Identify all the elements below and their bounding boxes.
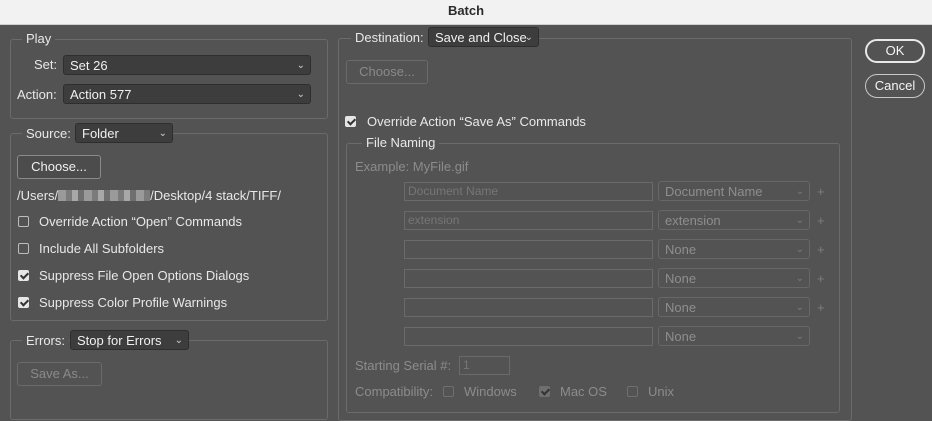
starting-serial-input[interactable]: 1 — [459, 356, 510, 375]
source-path-suffix: /Desktop/4 stack/TIFF/ — [150, 188, 281, 203]
file-naming-legend: File Naming — [362, 135, 440, 150]
errors-label: Errors: — [22, 333, 69, 348]
plus-icon[interactable]: + — [817, 271, 825, 286]
naming-select-1-value: Document Name — [665, 184, 763, 199]
set-label: Set: — [34, 57, 58, 72]
source-path-prefix: /Users/ — [17, 188, 59, 203]
compat-unix-checkbox[interactable] — [627, 386, 638, 397]
plus-icon[interactable]: + — [817, 184, 825, 199]
compat-macos-label: Mac OS — [560, 384, 607, 399]
compatibility-label: Compatibility: — [355, 384, 434, 399]
chevron-down-icon: ⌄ — [174, 335, 183, 346]
include-subfolders-label: Include All Subfolders — [39, 241, 165, 256]
naming-field-3[interactable] — [404, 240, 653, 259]
naming-select-3[interactable]: None ⌄ — [658, 239, 810, 259]
source-path: /Users/ /Desktop/4 stack/TIFF/ — [17, 188, 281, 203]
naming-field-1[interactable]: Document Name — [404, 182, 653, 201]
chevron-down-icon: ⌄ — [795, 273, 804, 284]
play-legend: Play — [22, 31, 56, 46]
suppress-file-open-label: Suppress File Open Options Dialogs — [39, 268, 250, 283]
include-subfolders-checkbox[interactable] — [18, 243, 29, 254]
compat-unix-label: Unix — [648, 384, 675, 399]
play-group — [10, 39, 328, 119]
override-save-as-label: Override Action “Save As” Commands — [367, 114, 586, 129]
compat-windows-label: Windows — [464, 384, 517, 399]
errors-save-as-button[interactable]: Save As... — [17, 362, 102, 386]
chevron-down-icon: ⌄ — [296, 60, 305, 71]
chevron-down-icon: ⌄ — [795, 186, 804, 197]
plus-icon[interactable]: + — [817, 300, 825, 315]
suppress-file-open-checkbox[interactable] — [18, 270, 29, 281]
naming-field-4[interactable] — [404, 269, 653, 288]
compat-windows-checkbox[interactable] — [443, 386, 454, 397]
naming-field-5[interactable] — [404, 298, 653, 317]
naming-select-2[interactable]: extension ⌄ — [658, 210, 810, 230]
destination-select[interactable]: Save and Close ⌄ — [428, 27, 539, 47]
override-save-as-checkbox[interactable] — [345, 116, 356, 127]
chevron-down-icon: ⌄ — [524, 32, 533, 43]
naming-select-6[interactable]: None ⌄ — [658, 326, 810, 346]
naming-select-3-value: None — [665, 242, 697, 257]
file-naming-example: Example: MyFile.gif — [355, 159, 469, 174]
source-choose-button[interactable]: Choose... — [17, 155, 101, 179]
compat-macos-checkbox[interactable] — [539, 386, 550, 397]
naming-select-4-value: None — [665, 271, 697, 286]
naming-select-1[interactable]: Document Name ⌄ — [658, 181, 810, 201]
redacted-username — [58, 190, 151, 202]
cancel-button[interactable]: Cancel — [865, 74, 925, 98]
source-label: Source: — [22, 126, 75, 141]
naming-select-6-value: None — [665, 329, 697, 344]
destination-select-value: Save and Close — [435, 30, 527, 45]
suppress-color-profile-label: Suppress Color Profile Warnings — [39, 295, 228, 310]
destination-choose-button[interactable]: Choose... — [346, 60, 428, 84]
naming-field-6[interactable] — [404, 327, 653, 346]
set-select-value: Set 26 — [70, 58, 108, 73]
plus-icon[interactable]: + — [817, 213, 825, 228]
chevron-down-icon: ⌄ — [158, 128, 167, 139]
source-select[interactable]: Folder ⌄ — [75, 123, 173, 143]
errors-select[interactable]: Stop for Errors ⌄ — [70, 330, 189, 350]
chevron-down-icon: ⌄ — [795, 215, 804, 226]
errors-select-value: Stop for Errors — [77, 333, 162, 348]
destination-label: Destination: — [351, 30, 428, 45]
action-select-value: Action 577 — [70, 87, 132, 102]
window-title: Batch — [0, 0, 932, 25]
ok-button[interactable]: OK — [865, 39, 925, 63]
chevron-down-icon: ⌄ — [296, 89, 305, 100]
plus-icon[interactable]: + — [817, 242, 825, 257]
source-select-value: Folder — [82, 126, 119, 141]
chevron-down-icon: ⌄ — [795, 302, 804, 313]
naming-select-4[interactable]: None ⌄ — [658, 268, 810, 288]
chevron-down-icon: ⌄ — [795, 331, 804, 342]
naming-field-2[interactable]: extension — [404, 211, 653, 230]
action-select[interactable]: Action 577 ⌄ — [63, 84, 311, 104]
override-open-label: Override Action “Open” Commands — [39, 214, 243, 229]
naming-select-5-value: None — [665, 300, 697, 315]
naming-select-2-value: extension — [665, 213, 721, 228]
action-label: Action: — [17, 87, 57, 102]
starting-serial-label: Starting Serial #: — [355, 358, 452, 373]
override-open-checkbox[interactable] — [18, 216, 29, 227]
set-select[interactable]: Set 26 ⌄ — [63, 55, 311, 75]
suppress-color-profile-checkbox[interactable] — [18, 297, 29, 308]
chevron-down-icon: ⌄ — [795, 244, 804, 255]
naming-select-5[interactable]: None ⌄ — [658, 297, 810, 317]
